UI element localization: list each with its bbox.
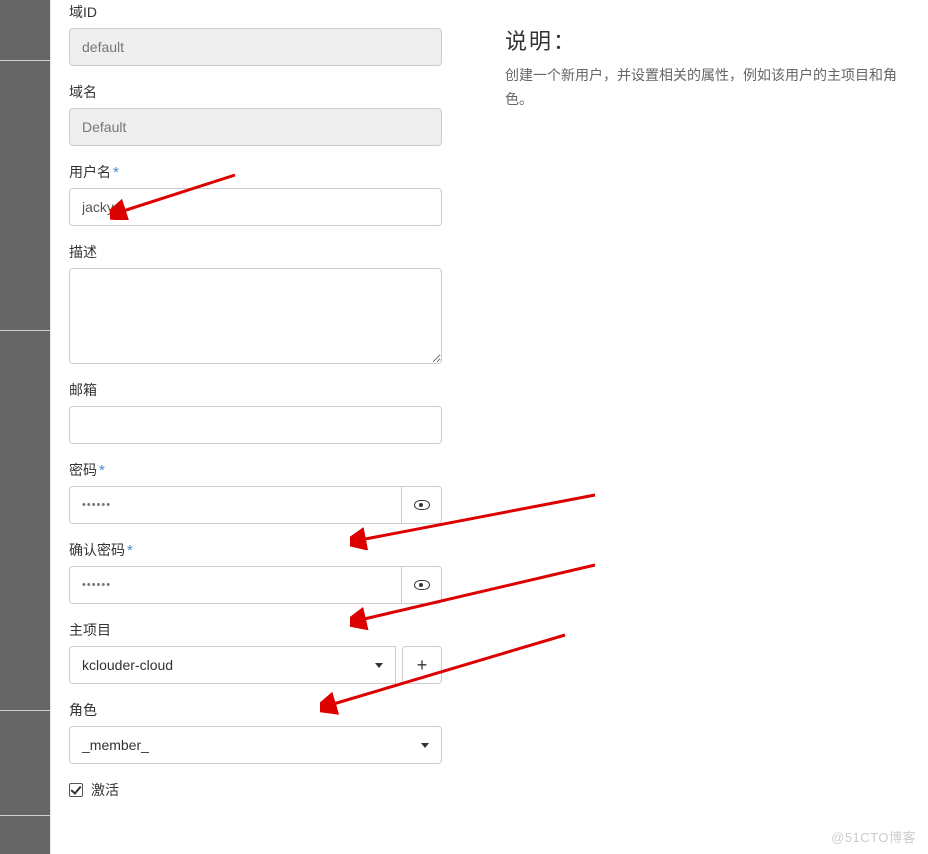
email-label: 邮箱 (69, 380, 499, 400)
username-label: 用户名* (69, 162, 499, 182)
description-text: 创建一个新用户，并设置相关的属性，例如该用户的主项目和角色。 (505, 64, 910, 112)
password-input[interactable] (69, 486, 402, 524)
description-label: 描述 (69, 242, 499, 262)
role-label: 角色 (69, 700, 499, 720)
activate-label: 激活 (91, 780, 119, 800)
required-star-icon: * (99, 462, 105, 479)
modal-backdrop (0, 0, 50, 854)
password-label: 密码* (69, 460, 499, 480)
username-input[interactable] (69, 188, 442, 226)
eye-icon (414, 580, 430, 590)
domain-name-label: 域名 (69, 82, 499, 102)
email-input[interactable] (69, 406, 442, 444)
activate-checkbox[interactable] (69, 783, 83, 797)
activate-row[interactable]: 激活 (69, 780, 499, 800)
form-column: 域ID 域名 用户名* 描述 邮箱 (69, 0, 499, 854)
password-label-text: 密码 (69, 462, 97, 478)
description-column: 说明： 创建一个新用户，并设置相关的属性，例如该用户的主项目和角色。 (499, 0, 910, 854)
chevron-down-icon (375, 663, 383, 668)
main-project-label: 主项目 (69, 620, 499, 640)
add-project-button[interactable]: + (402, 646, 442, 684)
username-label-text: 用户名 (69, 164, 111, 180)
description-title: 说明： (505, 24, 910, 56)
role-select[interactable]: _member_ (69, 726, 442, 764)
required-star-icon: * (127, 542, 133, 559)
role-selected-value: _member_ (82, 737, 149, 753)
required-star-icon: * (113, 164, 119, 181)
chevron-down-icon (421, 743, 429, 748)
create-user-modal: 域ID 域名 用户名* 描述 邮箱 (50, 0, 928, 854)
toggle-confirm-password-visibility[interactable] (402, 566, 442, 604)
domain-id-label: 域ID (69, 2, 499, 22)
confirm-password-label-text: 确认密码 (69, 542, 125, 558)
main-project-selected-value: kclouder-cloud (82, 657, 173, 673)
watermark: @51CTO博客 (831, 827, 916, 846)
confirm-password-input[interactable] (69, 566, 402, 604)
domain-name-input (69, 108, 442, 146)
eye-icon (414, 500, 430, 510)
confirm-password-label: 确认密码* (69, 540, 499, 560)
main-project-select[interactable]: kclouder-cloud (69, 646, 396, 684)
description-textarea[interactable] (69, 268, 442, 364)
toggle-password-visibility[interactable] (402, 486, 442, 524)
domain-id-input (69, 28, 442, 66)
